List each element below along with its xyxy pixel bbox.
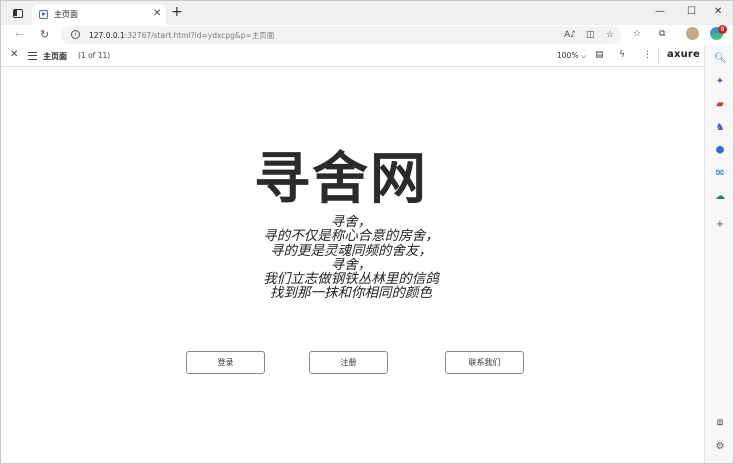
tab-bar: 主页面 ✕ + — ☐ ✕ — [1, 1, 733, 25]
games-icon[interactable]: ♞ — [714, 122, 726, 134]
tab-title: 主页面 — [54, 10, 78, 19]
poem-line: 寻的不仅是称心合意的房舍， — [263, 228, 439, 245]
outlook-icon[interactable]: ✉ — [714, 168, 726, 180]
axure-toolbar: ✕ 主页面 (1 of 11) 100% ⌵ ▤ ϟ ⋮ axure — [1, 45, 704, 67]
prototype-canvas: 寻舍网 寻舍， 寻的不仅是称心合意的房舍， 寻的更是灵魂同频的舍友， 寻舍， 我… — [1, 67, 704, 463]
address-row: ← ↻ i 127.0.0.1:32767/start.html?id=ydxc… — [1, 25, 733, 45]
toolbar-divider — [658, 48, 659, 64]
hide-sidebar-icon[interactable]: ⧈ — [714, 417, 726, 429]
minimize-icon[interactable]: — — [655, 6, 665, 18]
sidebar-settings-icon[interactable]: ⚙ — [714, 441, 726, 453]
browser-window: 主页面 ✕ + — ☐ ✕ ← ↻ i 127.0.0.1:32767/star… — [0, 0, 734, 464]
microsoft-365-icon[interactable]: ⬢ — [714, 145, 726, 157]
tools-icon[interactable]: ▰ — [714, 99, 726, 111]
window-close-icon[interactable]: ✕ — [714, 6, 722, 18]
sparkle-icon[interactable]: ✦ — [714, 76, 726, 88]
read-aloud-icon[interactable]: A♪ — [564, 30, 576, 41]
poem-line: 寻舍， — [330, 256, 372, 273]
new-tab-icon[interactable]: + — [171, 4, 183, 20]
poem-line: 寻的更是灵魂同频的舍友， — [270, 242, 432, 259]
tab-actions-icon[interactable] — [13, 9, 23, 18]
tab-close-icon[interactable]: ✕ — [153, 8, 161, 19]
refresh-icon[interactable]: ↻ — [40, 28, 49, 41]
poem-line: 找到那一抹和你相同的颜色 — [270, 285, 432, 302]
poem-line: 我们立志做钢铁丛林里的信鸽 — [263, 271, 439, 288]
back-icon[interactable]: ← — [15, 28, 24, 41]
tab-active[interactable]: 主页面 ✕ — [32, 4, 166, 25]
contact-us-button[interactable]: 联系我们 — [445, 351, 524, 374]
immersive-reader-icon[interactable]: ◫ — [586, 30, 595, 41]
slogan-poem: 寻舍， 寻的不仅是称心合意的房舍， 寻的更是灵魂同频的舍友， 寻舍， 我们立志做… — [1, 215, 701, 301]
collections-icon[interactable]: ⧉ — [659, 29, 665, 40]
add-favorite-icon[interactable]: ☆ — [606, 30, 614, 41]
drop-icon[interactable]: ☁ — [714, 191, 726, 203]
favorites-icon[interactable]: ☆ — [633, 29, 641, 40]
more-options-icon[interactable]: ⋮ — [643, 50, 652, 61]
site-info-icon[interactable]: i — [71, 30, 80, 39]
url-text: 127.0.0.1:32767/start.html?id=ydxcpg&p=主… — [89, 31, 275, 40]
profile-avatar[interactable] — [686, 27, 699, 40]
address-bar[interactable]: i 127.0.0.1:32767/start.html?id=ydxcpg&p… — [61, 26, 621, 44]
close-sitemap-icon[interactable]: ✕ — [10, 49, 18, 61]
page-title: 寻舍网 — [254, 146, 428, 212]
hotspots-icon[interactable]: ϟ — [619, 50, 625, 61]
zoom-select[interactable]: 100% ⌵ — [557, 51, 587, 61]
notes-icon[interactable]: ▤ — [595, 50, 604, 61]
add-sidebar-app-icon[interactable]: + — [714, 219, 726, 231]
page-favicon-icon — [39, 10, 48, 19]
page-count: (1 of 11) — [78, 51, 111, 60]
current-page-name[interactable]: 主页面 — [43, 51, 67, 62]
edge-sidebar: 🔍︎ ✦ ▰ ♞ ⬢ ✉ ☁ + ⧈ ⚙ — [704, 45, 733, 463]
notification-badge: 8 — [718, 25, 727, 34]
login-button[interactable]: 登录 — [186, 351, 265, 374]
poem-line: 寻舍， — [330, 214, 372, 230]
sitemap-menu-icon[interactable] — [28, 52, 37, 60]
register-button[interactable]: 注册 — [309, 351, 388, 374]
maximize-icon[interactable]: ☐ — [687, 6, 696, 18]
search-icon[interactable]: 🔍︎ — [714, 53, 727, 65]
axure-logo: axure — [667, 49, 701, 60]
